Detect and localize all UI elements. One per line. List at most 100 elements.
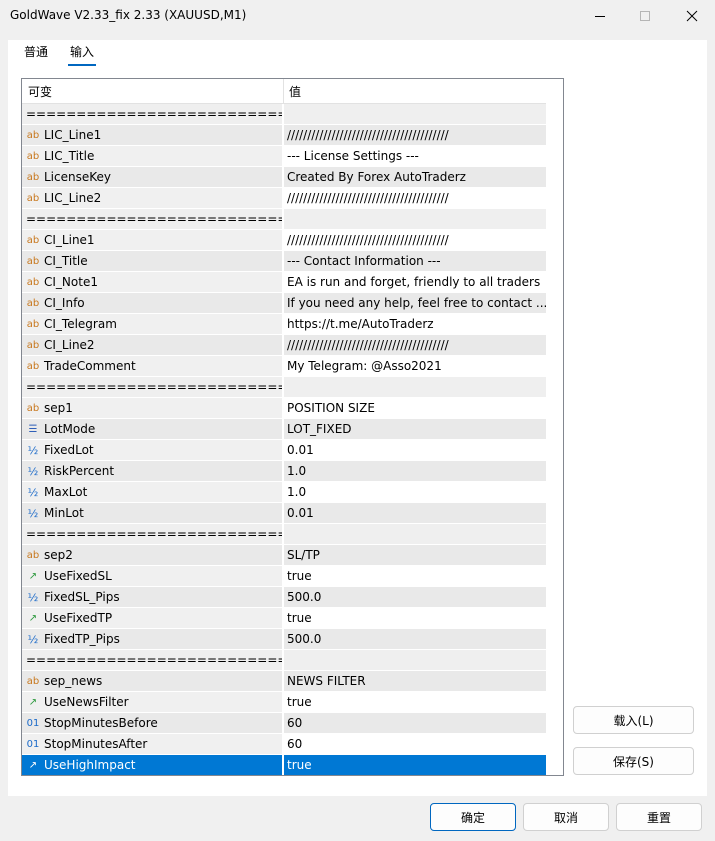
value-cell[interactable]: 60 (284, 734, 546, 754)
value-cell[interactable]: LOT_FIXED (284, 419, 546, 439)
value-cell[interactable]: 500.0 (284, 587, 546, 607)
variable-cell[interactable]: ab sep_news (22, 671, 283, 691)
value-cell[interactable]: 1.0 (284, 482, 546, 502)
value-cell[interactable]: 0.01 (284, 440, 546, 460)
value-cell[interactable]: true (284, 755, 546, 775)
parameter-row[interactable]: 01 StopMinutesBefore 60 (22, 713, 546, 734)
parameter-row[interactable]: ab CI_Telegram https://t.me/AutoTraderz (22, 314, 546, 335)
parameter-row[interactable]: ab LicenseKey Created By Forex AutoTraderz (22, 167, 546, 188)
parameter-row[interactable]: ab sep2 SL/TP (22, 545, 546, 566)
variable-cell[interactable]: ============================ (22, 650, 283, 670)
variable-cell[interactable]: ↗ UseFixedSL (22, 566, 283, 586)
variable-cell[interactable]: ↗ UseHighImpact (22, 755, 283, 775)
parameter-row[interactable]: ½ FixedSL_Pips 500.0 (22, 587, 546, 608)
variable-cell[interactable]: ½ RiskPercent (22, 461, 283, 481)
parameter-row[interactable]: ab sep1 POSITION SIZE (22, 398, 546, 419)
parameter-row[interactable]: ↗ UseHighImpact true (22, 755, 546, 775)
parameter-row[interactable]: ↗ UseFixedSL true (22, 566, 546, 587)
parameter-row[interactable]: ab CI_Info If you need any help, feel free… (22, 293, 546, 314)
parameter-row[interactable]: ab LIC_Line1 /////////////////////////////… (22, 125, 546, 146)
parameter-row[interactable]: ab CI_Title --- Contact Information --- (22, 251, 546, 272)
variable-cell[interactable]: ↗ UseNewsFilter (22, 692, 283, 712)
minimize-button[interactable] (577, 0, 623, 32)
parameter-row[interactable]: ab LIC_Line2 /////////////////////////////… (22, 188, 546, 209)
separator-row[interactable]: ============================ (22, 524, 546, 545)
value-cell[interactable]: //////////////////////////////////////// (284, 230, 546, 250)
value-cell[interactable]: --- License Settings --- (284, 146, 546, 166)
variable-cell[interactable]: ab CI_Telegram (22, 314, 283, 334)
separator-row[interactable]: ============================ (22, 104, 546, 125)
separator-row[interactable]: ============================ (22, 377, 546, 398)
variable-cell[interactable]: ============================ (22, 377, 283, 397)
value-cell[interactable] (284, 377, 546, 397)
parameter-row[interactable]: 01 StopMinutesAfter 60 (22, 734, 546, 755)
parameter-row[interactable]: ½ RiskPercent 1.0 (22, 461, 546, 482)
parameter-row[interactable]: ↗ UseNewsFilter true (22, 692, 546, 713)
variable-cell[interactable]: ab LIC_Title (22, 146, 283, 166)
value-cell[interactable]: NEWS FILTER (284, 671, 546, 691)
variable-cell[interactable]: ½ FixedSL_Pips (22, 587, 283, 607)
parameter-row[interactable]: ↗ UseFixedTP true (22, 608, 546, 629)
parameter-row[interactable]: ½ FixedLot 0.01 (22, 440, 546, 461)
variable-cell[interactable]: ½ MinLot (22, 503, 283, 523)
variable-cell[interactable]: ab CI_Line1 (22, 230, 283, 250)
variable-cell[interactable]: ↗ UseFixedTP (22, 608, 283, 628)
variable-cell[interactable]: 01 StopMinutesBefore (22, 713, 283, 733)
parameter-row[interactable]: ab sep_news NEWS FILTER (22, 671, 546, 692)
close-button[interactable] (669, 0, 715, 32)
variable-cell[interactable]: ab LIC_Line2 (22, 188, 283, 208)
parameter-row[interactable]: ☰ LotMode LOT_FIXED (22, 419, 546, 440)
tab-general[interactable]: 普通 (22, 43, 50, 60)
value-cell[interactable]: 0.01 (284, 503, 546, 523)
value-cell[interactable]: SL/TP (284, 545, 546, 565)
value-cell[interactable]: 60 (284, 713, 546, 733)
variable-cell[interactable]: 01 StopMinutesAfter (22, 734, 283, 754)
value-cell[interactable] (284, 524, 546, 544)
variable-cell[interactable]: ½ FixedTP_Pips (22, 629, 283, 649)
value-cell[interactable] (284, 209, 546, 229)
value-cell[interactable]: true (284, 692, 546, 712)
variable-cell[interactable]: ab sep2 (22, 545, 283, 565)
value-cell[interactable]: --- Contact Information --- (284, 251, 546, 271)
value-cell[interactable]: If you need any help, feel free to conta… (284, 293, 546, 313)
value-cell[interactable]: //////////////////////////////////////// (284, 335, 546, 355)
parameter-row[interactable]: ½ MinLot 0.01 (22, 503, 546, 524)
variable-cell[interactable]: ab LicenseKey (22, 167, 283, 187)
variable-cell[interactable]: ☰ LotMode (22, 419, 283, 439)
ok-button[interactable]: 确定 (430, 803, 516, 831)
cancel-button[interactable]: 取消 (523, 803, 609, 831)
value-cell[interactable]: //////////////////////////////////////// (284, 188, 546, 208)
variable-cell[interactable]: ab CI_Info (22, 293, 283, 313)
column-divider[interactable] (283, 79, 284, 104)
value-cell[interactable] (284, 104, 546, 124)
value-cell[interactable] (284, 650, 546, 670)
variable-cell[interactable]: ab TradeComment (22, 356, 283, 376)
tab-inputs[interactable]: 输入 (68, 43, 97, 66)
variable-cell[interactable]: ½ MaxLot (22, 482, 283, 502)
value-cell[interactable]: //////////////////////////////////////// (284, 125, 546, 145)
parameter-row[interactable]: ½ FixedTP_Pips 500.0 (22, 629, 546, 650)
save-button[interactable]: 保存(S) (573, 747, 694, 775)
parameter-row[interactable]: ½ MaxLot 1.0 (22, 482, 546, 503)
variable-cell[interactable]: ½ FixedLot (22, 440, 283, 460)
parameter-row[interactable]: ab CI_Line2 //////////////////////////////… (22, 335, 546, 356)
separator-row[interactable]: ============================ (22, 209, 546, 230)
value-cell[interactable]: https://t.me/AutoTraderz (284, 314, 546, 334)
value-cell[interactable]: My Telegram: @Asso2021 (284, 356, 546, 376)
parameter-row[interactable]: ab CI_Note1 EA is run and forget, friendly… (22, 272, 546, 293)
value-cell[interactable]: POSITION SIZE (284, 398, 546, 418)
separator-row[interactable]: ============================ (22, 650, 546, 671)
value-cell[interactable]: Created By Forex AutoTraderz (284, 167, 546, 187)
variable-cell[interactable]: ============================ (22, 104, 283, 124)
variable-cell[interactable]: ab CI_Title (22, 251, 283, 271)
value-cell[interactable]: 500.0 (284, 629, 546, 649)
variable-cell[interactable]: ab LIC_Line1 (22, 125, 283, 145)
variable-cell[interactable]: ============================ (22, 209, 283, 229)
reset-button[interactable]: 重置 (616, 803, 702, 831)
column-header-value[interactable]: 值 (289, 83, 301, 100)
value-cell[interactable]: true (284, 608, 546, 628)
column-header-variable[interactable]: 可变 (28, 83, 52, 100)
value-cell[interactable]: 1.0 (284, 461, 546, 481)
parameter-row[interactable]: ab CI_Line1 //////////////////////////////… (22, 230, 546, 251)
parameter-row[interactable]: ab TradeComment My Telegram: @Asso2021 (22, 356, 546, 377)
